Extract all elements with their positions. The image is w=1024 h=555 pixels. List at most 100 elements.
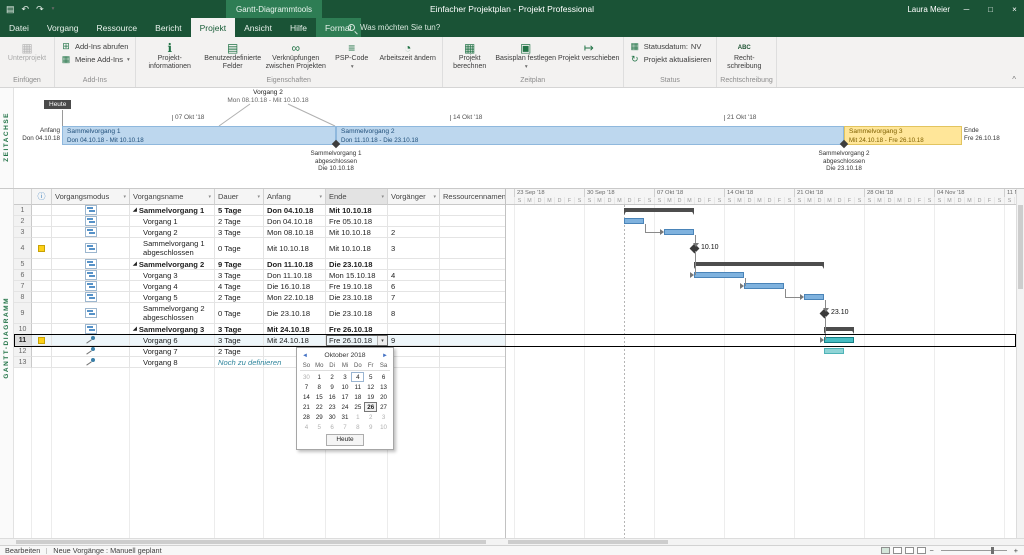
row-number[interactable]: 4 bbox=[14, 238, 32, 259]
day-cell[interactable]: 10 bbox=[339, 382, 352, 392]
indicator-cell[interactable] bbox=[32, 324, 52, 335]
expand-icon[interactable]: ◢ bbox=[133, 207, 137, 213]
day-cell[interactable]: 1 bbox=[313, 372, 326, 382]
day-cell[interactable]: 14 bbox=[300, 392, 313, 402]
column-header-vorgänger[interactable]: Vorgänger▾ bbox=[388, 189, 440, 205]
predecessor-cell[interactable]: 8 bbox=[388, 303, 440, 324]
tab-bericht[interactable]: Bericht bbox=[146, 18, 190, 37]
column-header-dauer[interactable]: Dauer▾ bbox=[215, 189, 264, 205]
row-number[interactable]: 8 bbox=[14, 292, 32, 303]
day-cell[interactable]: 26 bbox=[364, 402, 377, 412]
day-cell[interactable]: 24 bbox=[339, 402, 352, 412]
task-name-cell[interactable]: Sammelvorgang 1 abgeschlossen bbox=[130, 238, 215, 259]
column-header-ende[interactable]: Ende▾ bbox=[326, 189, 388, 205]
resource-cell[interactable] bbox=[440, 281, 506, 292]
task-mode-cell[interactable] bbox=[52, 281, 130, 292]
indicator-cell[interactable] bbox=[32, 303, 52, 324]
day-cell[interactable]: 21 bbox=[300, 402, 313, 412]
task-name-cell[interactable]: ◢Sammelvorgang 3 bbox=[130, 324, 215, 335]
row-number[interactable]: 5 bbox=[14, 259, 32, 270]
tab-projekt[interactable]: Projekt bbox=[191, 18, 235, 37]
task-mode-cell[interactable] bbox=[52, 270, 130, 281]
day-cell[interactable]: 9 bbox=[364, 422, 377, 432]
psp-code-button[interactable]: ≡PSP-Code▾ bbox=[328, 38, 376, 76]
chart-scrollbar-thumb[interactable] bbox=[508, 540, 668, 544]
row-number[interactable]: 6 bbox=[14, 270, 32, 281]
row-number[interactable]: 7 bbox=[14, 281, 32, 292]
task-name-cell[interactable]: Vorgang 8 bbox=[130, 357, 215, 368]
tab-vorgang[interactable]: Vorgang bbox=[38, 18, 88, 37]
gantt-timescale-header[interactable]: 23 Sep '18SMDMDFS30 Sep '18SMDMDFS07 Okt… bbox=[506, 189, 1016, 205]
gantt-task-bar[interactable] bbox=[664, 229, 694, 235]
row-number[interactable]: 1 bbox=[14, 205, 32, 216]
day-cell[interactable]: 30 bbox=[326, 412, 339, 422]
vertical-scrollbar[interactable] bbox=[1016, 189, 1024, 538]
resource-cell[interactable] bbox=[440, 259, 506, 270]
meine-add-ins-button[interactable]: ▦Meine Add-Ins▾ bbox=[58, 54, 132, 65]
filter-icon[interactable]: ▾ bbox=[208, 194, 211, 200]
day-cell[interactable]: 11 bbox=[351, 382, 364, 392]
redo-icon[interactable]: ↷ bbox=[36, 4, 44, 15]
predecessor-cell[interactable] bbox=[388, 357, 440, 368]
gantt-view-icon[interactable] bbox=[881, 547, 890, 554]
day-cell[interactable]: 8 bbox=[313, 382, 326, 392]
predecessor-cell[interactable] bbox=[388, 324, 440, 335]
resource-cell[interactable] bbox=[440, 335, 506, 346]
projekt-berechnen-button[interactable]: ▦Projekt berechnen bbox=[446, 38, 494, 76]
indicator-cell[interactable] bbox=[32, 238, 52, 259]
predecessor-cell[interactable]: 2 bbox=[388, 227, 440, 238]
day-cell[interactable]: 9 bbox=[326, 382, 339, 392]
resource-cell[interactable] bbox=[440, 292, 506, 303]
finish-cell[interactable]: Fre 19.10.18 bbox=[326, 281, 388, 292]
day-cell[interactable]: 5 bbox=[364, 372, 377, 382]
day-cell[interactable]: 5 bbox=[313, 422, 326, 432]
task-mode-cell[interactable] bbox=[52, 335, 130, 346]
resource-cell[interactable] bbox=[440, 303, 506, 324]
indicator-cell[interactable] bbox=[32, 259, 52, 270]
timeline-callout[interactable]: Vorgang 2 Mon 08.10.18 - Mit 10.10.18 bbox=[198, 89, 338, 104]
finish-cell[interactable]: Mon 15.10.18 bbox=[326, 270, 388, 281]
resource-cell[interactable] bbox=[440, 227, 506, 238]
today-button[interactable]: Heute bbox=[326, 434, 363, 446]
tab-datei[interactable]: Datei bbox=[0, 18, 38, 37]
start-cell[interactable]: Mon 08.10.18 bbox=[264, 227, 326, 238]
expand-icon[interactable]: ◢ bbox=[133, 261, 137, 267]
finish-cell[interactable]: Die 23.10.18 bbox=[326, 259, 388, 270]
day-cell[interactable]: 17 bbox=[339, 392, 352, 402]
resource-cell[interactable] bbox=[440, 324, 506, 335]
day-cell[interactable]: 28 bbox=[300, 412, 313, 422]
duration-cell[interactable]: 3 Tage bbox=[215, 335, 264, 346]
predecessor-cell[interactable] bbox=[388, 205, 440, 216]
day-cell[interactable]: 25 bbox=[351, 402, 364, 412]
start-cell[interactable]: Mit 10.10.18 bbox=[264, 238, 326, 259]
qat-dropdown-icon[interactable]: ▾ bbox=[52, 6, 55, 12]
resource-cell[interactable] bbox=[440, 357, 506, 368]
finish-cell-editing[interactable]: Fre 26.10.18▾ bbox=[326, 335, 388, 346]
day-cell[interactable]: 3 bbox=[377, 412, 390, 422]
indicator-cell[interactable] bbox=[32, 270, 52, 281]
tab-hilfe[interactable]: Hilfe bbox=[281, 18, 316, 37]
projekt-aktualisieren-button[interactable]: ↻Projekt aktualisieren bbox=[627, 54, 714, 65]
predecessor-cell[interactable]: 4 bbox=[388, 270, 440, 281]
day-cell[interactable]: 1 bbox=[351, 412, 364, 422]
task-mode-cell[interactable] bbox=[52, 357, 130, 368]
indicator-cell[interactable] bbox=[32, 281, 52, 292]
day-cell[interactable]: 6 bbox=[377, 372, 390, 382]
predecessor-cell[interactable] bbox=[388, 259, 440, 270]
duration-cell[interactable]: 0 Tage bbox=[215, 303, 264, 324]
expand-icon[interactable]: ◢ bbox=[133, 326, 137, 332]
predecessor-cell[interactable]: 3 bbox=[388, 238, 440, 259]
task-mode-cell[interactable] bbox=[52, 259, 130, 270]
task-name-cell[interactable]: Vorgang 4 bbox=[130, 281, 215, 292]
start-cell[interactable]: Mon 22.10.18 bbox=[264, 292, 326, 303]
day-cell[interactable]: 23 bbox=[326, 402, 339, 412]
task-name-cell[interactable]: Vorgang 3 bbox=[130, 270, 215, 281]
duration-cell[interactable]: 3 Tage bbox=[215, 227, 264, 238]
zoom-in-icon[interactable]: + bbox=[1014, 546, 1018, 555]
day-cell[interactable]: 31 bbox=[339, 412, 352, 422]
start-cell[interactable]: Don 04.10.18 bbox=[264, 205, 326, 216]
duration-cell[interactable]: 3 Tage bbox=[215, 270, 264, 281]
resource-cell[interactable] bbox=[440, 346, 506, 357]
day-cell[interactable]: 4 bbox=[351, 372, 364, 382]
gantt-summary-bar[interactable] bbox=[694, 262, 824, 266]
